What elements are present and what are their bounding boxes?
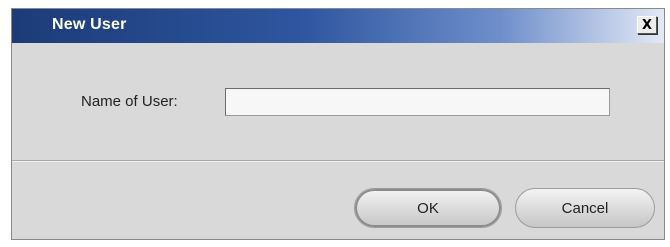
button-bar: OK Cancel [12,162,664,239]
cancel-button-label: Cancel [561,199,609,217]
new-user-dialog: New User X Name of User: OK Cancel [11,8,665,240]
ok-button-label: OK [417,199,439,217]
dialog-title: New User [52,16,127,33]
close-icon: X [641,17,653,33]
close-button[interactable]: X [637,16,657,34]
name-of-user-label: Name of User: [81,93,178,110]
name-of-user-input[interactable] [225,88,610,116]
form-area: Name of User: [12,43,664,160]
ok-button[interactable]: OK [354,188,502,228]
cancel-button[interactable]: Cancel [515,188,655,228]
title-bar: New User X [12,9,664,43]
